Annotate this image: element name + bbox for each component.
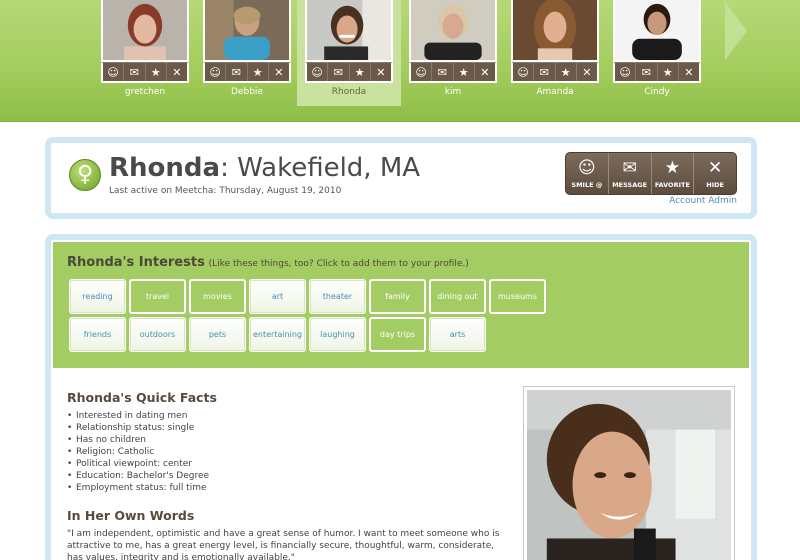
member-name[interactable]: kim: [409, 87, 497, 97]
profile-header: ♀ Rhonda: Wakefield, MA Last active on M…: [45, 137, 757, 219]
carousel-next-arrow-icon[interactable]: [716, 0, 756, 62]
member-name[interactable]: gretchen: [101, 87, 189, 97]
member-name[interactable]: Rhonda: [305, 87, 393, 97]
hide-icon[interactable]: ✕: [269, 63, 289, 81]
interest-chip-laughing[interactable]: laughing: [309, 317, 366, 352]
list-item: Religion: Catholic: [67, 446, 209, 458]
smile-icon[interactable]: ☺: [307, 63, 329, 81]
member-photo[interactable]: [409, 0, 497, 62]
interests-heading: Rhonda's Interests (Like these things, t…: [67, 255, 469, 270]
list-item: Interested in dating men: [67, 410, 209, 422]
member-name[interactable]: Cindy: [613, 87, 701, 97]
favorite-button[interactable]: ★ FAVORITE: [652, 153, 695, 194]
smile-icon[interactable]: ☺: [513, 63, 535, 81]
interest-chip-museums[interactable]: museums: [489, 279, 546, 314]
member-thumb-debbie[interactable]: ☺ ✉ ★ ✕ Debbie: [203, 0, 291, 102]
interest-chip-dining-out[interactable]: dining out: [429, 279, 486, 314]
favorite-icon: ★: [664, 157, 680, 178]
member-photo[interactable]: [203, 0, 291, 62]
hide-icon[interactable]: ✕: [167, 63, 187, 81]
profile-action-bar: ☺ SMILE @ ✉ MESSAGE ★ FAVORITE ✕ HIDE: [565, 152, 737, 195]
favorite-icon[interactable]: ★: [454, 63, 475, 81]
list-item: Relationship status: single: [67, 422, 209, 434]
hide-icon: ✕: [708, 157, 723, 178]
message-icon[interactable]: ✉: [328, 63, 350, 81]
profile-photo[interactable]: [523, 386, 735, 560]
own-words-text: "I am independent, optimistic and have a…: [67, 529, 500, 560]
interest-chip-friends[interactable]: friends: [69, 317, 126, 352]
interests-panel: Rhonda's Interests (Like these things, t…: [53, 242, 749, 368]
member-photo[interactable]: [613, 0, 701, 62]
list-item: Political viewpoint: center: [67, 458, 209, 470]
hide-button[interactable]: ✕ HIDE: [694, 153, 736, 194]
interest-chip-reading[interactable]: reading: [69, 279, 126, 314]
hide-icon[interactable]: ✕: [577, 63, 597, 81]
message-icon[interactable]: ✉: [124, 63, 146, 81]
own-words-heading: In Her Own Words: [67, 508, 195, 523]
thumb-action-bar: ☺ ✉ ★ ✕: [305, 62, 393, 83]
interest-chip-day-trips[interactable]: day trips: [369, 317, 426, 352]
favorite-icon[interactable]: ★: [658, 63, 679, 81]
interest-chip-family[interactable]: family: [369, 279, 426, 314]
smile-icon[interactable]: ☺: [411, 63, 433, 81]
thumb-action-bar: ☺ ✉ ★ ✕: [511, 62, 599, 83]
smile-icon[interactable]: ☺: [103, 63, 125, 81]
quick-facts-heading: Rhonda's Quick Facts: [67, 390, 217, 405]
last-active-text: Last active on Meetcha: Thursday, August…: [109, 186, 342, 196]
member-name[interactable]: Amanda: [511, 87, 599, 97]
thumb-action-bar: ☺ ✉ ★ ✕: [613, 62, 701, 83]
smile-icon[interactable]: ☺: [615, 63, 637, 81]
member-photo[interactable]: [101, 0, 189, 62]
interest-chip-outdoors[interactable]: outdoors: [129, 317, 186, 352]
message-icon[interactable]: ✉: [534, 63, 556, 81]
account-admin-link[interactable]: Account Admin: [669, 196, 737, 206]
interest-chip-art[interactable]: art: [249, 279, 306, 314]
profile-main: Rhonda's Interests (Like these things, t…: [45, 234, 757, 560]
message-button[interactable]: ✉ MESSAGE: [609, 153, 652, 194]
profile-location: Wakefield, MA: [237, 153, 421, 183]
member-thumb-cindy[interactable]: ☺ ✉ ★ ✕ Cindy: [613, 0, 701, 102]
list-item: Has no children: [67, 434, 209, 446]
list-item: Employment status: full time: [67, 482, 209, 494]
smile-icon: ☺: [578, 157, 596, 178]
thumb-action-bar: ☺ ✉ ★ ✕: [101, 62, 189, 83]
hide-icon[interactable]: ✕: [475, 63, 495, 81]
favorite-icon[interactable]: ★: [556, 63, 577, 81]
hide-icon[interactable]: ✕: [679, 63, 699, 81]
member-name[interactable]: Debbie: [203, 87, 291, 97]
interest-chip-travel[interactable]: travel: [129, 279, 186, 314]
favorite-icon[interactable]: ★: [350, 63, 371, 81]
member-photo[interactable]: [511, 0, 599, 62]
member-thumb-rhonda[interactable]: ☺ ✉ ★ ✕ Rhonda: [297, 0, 401, 106]
member-thumb-gretchen[interactable]: ☺ ✉ ★ ✕ gretchen: [101, 0, 189, 102]
member-thumb-amanda[interactable]: ☺ ✉ ★ ✕ Amanda: [511, 0, 599, 102]
hide-icon[interactable]: ✕: [371, 63, 391, 81]
smile-button[interactable]: ☺ SMILE @: [566, 153, 609, 194]
female-icon: ♀: [69, 159, 101, 191]
message-icon: ✉: [622, 157, 637, 178]
list-item: Education: Bachelor's Degree: [67, 470, 209, 482]
interest-chip-entertaining[interactable]: entertaining: [249, 317, 306, 352]
member-photo[interactable]: [305, 0, 393, 62]
interest-chip-pets[interactable]: pets: [189, 317, 246, 352]
interest-chip-movies[interactable]: movies: [189, 279, 246, 314]
message-icon[interactable]: ✉: [432, 63, 454, 81]
favorite-icon[interactable]: ★: [146, 63, 167, 81]
page-title: Rhonda: Wakefield, MA: [109, 153, 421, 183]
message-icon[interactable]: ✉: [226, 63, 248, 81]
smile-icon[interactable]: ☺: [205, 63, 227, 81]
member-carousel: ☺ ✉ ★ ✕ gretchen ☺ ✉ ★ ✕ Debbie ☺ ✉ ★ ✕ …: [0, 0, 800, 122]
member-thumb-kim[interactable]: ☺ ✉ ★ ✕ kim: [409, 0, 497, 102]
favorite-icon[interactable]: ★: [248, 63, 269, 81]
thumb-action-bar: ☺ ✉ ★ ✕: [203, 62, 291, 83]
interest-chip-arts[interactable]: arts: [429, 317, 486, 352]
message-icon[interactable]: ✉: [636, 63, 658, 81]
quick-facts-list: Interested in dating men Relationship st…: [67, 410, 209, 494]
thumb-action-bar: ☺ ✉ ★ ✕: [409, 62, 497, 83]
interest-chip-theater[interactable]: theater: [309, 279, 366, 314]
profile-name: Rhonda: [109, 153, 221, 183]
